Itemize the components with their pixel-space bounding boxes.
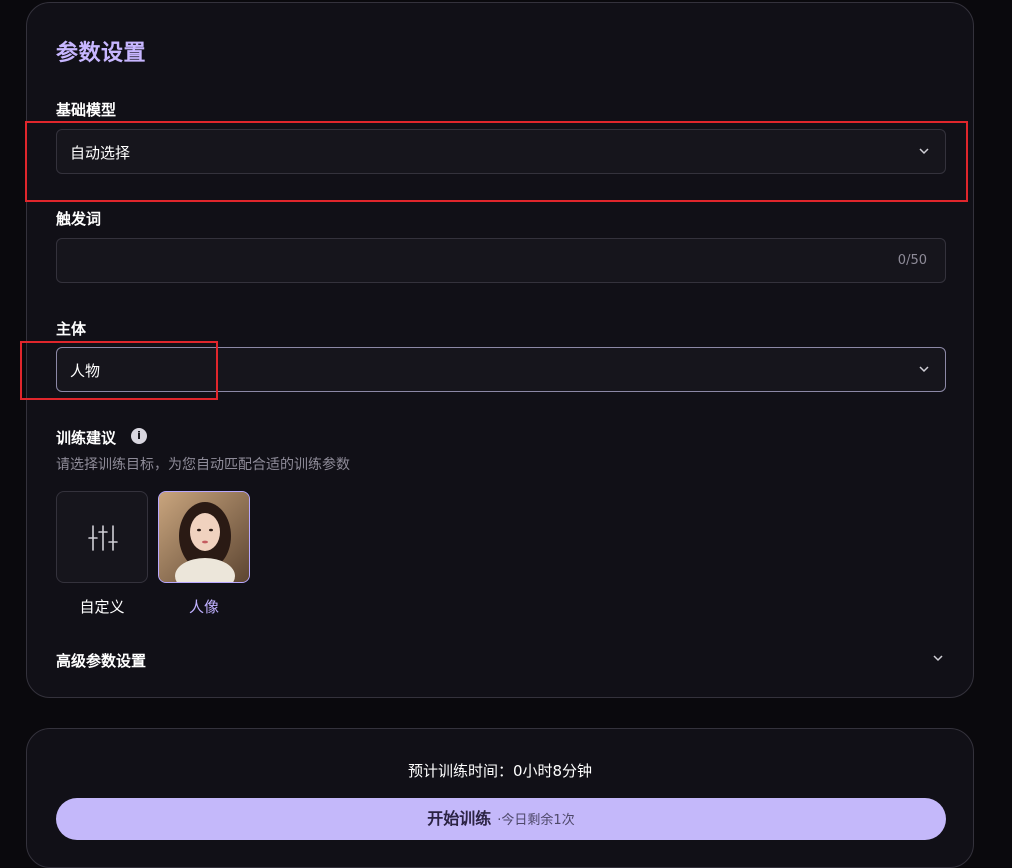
remaining-count: ·今日剩余1次 — [497, 813, 575, 828]
base-model-label: 基础模型 — [56, 101, 117, 119]
suggestion-hint: 请选择训练目标，为您自动匹配合适的训练参数 — [56, 457, 350, 473]
subject-label: 主体 — [56, 320, 87, 338]
highlight-box-base-model — [25, 121, 968, 202]
preset-portrait-label: 人像 — [188, 598, 219, 616]
character-counter: 0/50 — [897, 253, 927, 268]
suggestion-label: 训练建议 — [56, 429, 117, 447]
trigger-word-input[interactable]: 0/50 — [56, 238, 946, 283]
trigger-word-label: 触发词 — [56, 210, 102, 228]
preset-portrait[interactable] — [158, 491, 250, 583]
panel-title: 参数设置 — [56, 41, 147, 66]
start-training-label: 开始训练 — [427, 809, 492, 828]
preset-custom-label: 自定义 — [79, 598, 125, 616]
chevron-down-icon[interactable] — [933, 653, 943, 663]
highlight-box-subject — [20, 341, 218, 400]
advanced-settings-toggle[interactable]: 高级参数设置 — [56, 650, 146, 671]
sliders-icon — [88, 525, 118, 551]
start-training-button[interactable]: 开始训练 ·今日剩余1次 — [56, 798, 946, 840]
training-footer: 预计训练时间：0小时8分钟 开始训练 ·今日剩余1次 — [26, 728, 974, 868]
preset-custom[interactable] — [56, 491, 148, 583]
portrait-thumbnail — [159, 492, 249, 582]
info-icon[interactable]: i — [131, 428, 147, 444]
estimated-time: 预计训练时间：0小时8分钟 — [407, 762, 593, 780]
chevron-down-icon — [919, 366, 929, 373]
